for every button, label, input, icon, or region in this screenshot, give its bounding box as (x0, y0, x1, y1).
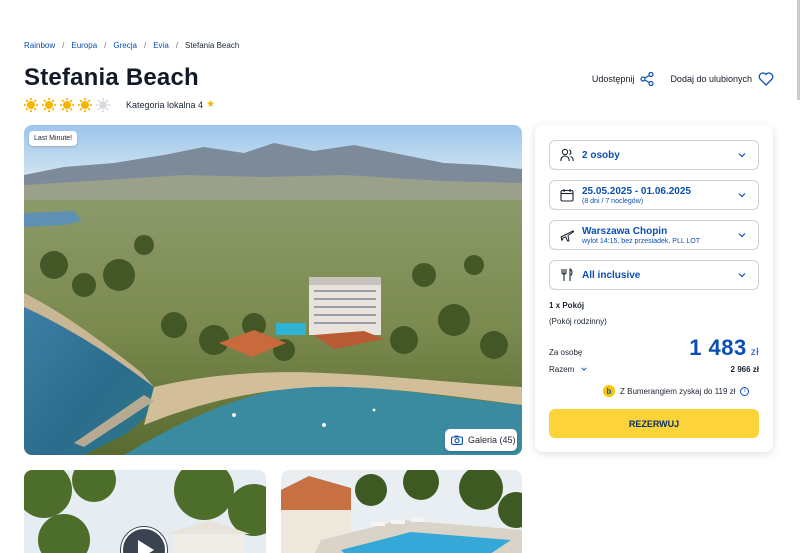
breadcrumb: Rainbow / Europa / Grecja / Evia / Stefa… (24, 41, 239, 50)
chevron-down-icon (738, 193, 746, 198)
share-label: Udostępnij (591, 74, 635, 84)
breadcrumb-link[interactable]: Grecja (113, 41, 137, 50)
sun-rating-empty-icon (96, 98, 110, 112)
breadcrumb-separator: / (175, 41, 178, 50)
boomerang-text: Z Bumerangiem zyskaj do 119 zł (620, 386, 736, 396)
room-count: 1 x Pokój (549, 301, 585, 310)
board-select[interactable]: All inclusive (549, 260, 759, 290)
price-value: 1 483 (689, 335, 747, 360)
departure-select[interactable]: Warszawa Chopin wylot 14:15, bez przesia… (549, 220, 759, 250)
breadcrumb-separator: / (62, 41, 65, 50)
heart-icon (758, 72, 774, 86)
pool-photo (281, 470, 522, 553)
cutlery-icon (561, 268, 573, 281)
room-type: (Pokój rodzinny) (549, 317, 607, 326)
local-category-label: Kategoria lokalna 4 (126, 99, 204, 110)
breadcrumb-current: Stefania Beach (185, 41, 240, 50)
dates-value: 25.05.2025 - 01.06.2025 (582, 185, 691, 197)
dates-nights: (8 dni / 7 noclegów) (582, 197, 644, 205)
dates-select[interactable]: 25.05.2025 - 01.06.2025 (8 dni / 7 nocle… (549, 180, 759, 210)
hotel-main-photo[interactable] (24, 125, 522, 455)
share-button[interactable]: Udostępnij (592, 72, 655, 86)
booking-panel: 2 osoby 25.05.2025 - 01.06.2025 (8 dni /… (535, 125, 773, 452)
total-label: Razem (549, 365, 575, 374)
sun-rating-icon (42, 98, 56, 112)
total-value: 2 966 zł (730, 365, 759, 374)
plane-icon (560, 230, 574, 242)
chevron-down-icon (581, 367, 587, 371)
breadcrumb-link[interactable]: Rainbow (24, 41, 55, 50)
pool-thumbnail[interactable] (281, 470, 522, 553)
page-actions: Udostępnij Dodaj do ulubionych (592, 72, 774, 86)
chevron-down-icon (738, 153, 746, 158)
breadcrumb-link[interactable]: Europa (71, 41, 97, 50)
favorite-label: Dodaj do ulubionych (670, 74, 752, 84)
aerial-photo (24, 125, 522, 455)
currency: zł (750, 347, 759, 358)
sun-rating-icon (78, 98, 92, 112)
breadcrumb-separator: / (143, 41, 147, 50)
sun-rating-icon (24, 98, 38, 112)
calendar-icon (560, 189, 574, 202)
breadcrumb-link[interactable]: Evia (153, 41, 169, 50)
persons-value: 2 osoby (582, 149, 620, 161)
boomerang-icon: b (603, 385, 615, 397)
chevron-down-icon (738, 233, 746, 238)
departure-value: Warszawa Chopin (582, 225, 668, 237)
share-icon (640, 72, 655, 86)
per-person-price: 1 483 zł (689, 335, 759, 361)
total-toggle[interactable]: Razem (549, 365, 587, 374)
per-person-label: Za osobę (549, 348, 583, 357)
star-icon: ★ (206, 99, 216, 110)
garden-photo (24, 470, 266, 553)
local-category: Kategoria lokalna 4 ★ (126, 99, 215, 110)
sun-rating-icon (60, 98, 74, 112)
reserve-button[interactable]: REZERWUJ (549, 409, 759, 438)
breadcrumb-separator: / (104, 41, 107, 50)
video-thumbnail[interactable] (24, 470, 266, 553)
boomerang-info: b Z Bumerangiem zyskaj do 119 zł i (603, 385, 750, 397)
departure-details: wylot 14:15, bez przesiadek, PLL LOT (582, 237, 701, 245)
gallery-label: Galeria (45) (468, 435, 516, 445)
persons-select[interactable]: 2 osoby (549, 140, 759, 170)
persons-icon (560, 148, 574, 162)
hotel-rating (24, 98, 110, 112)
favorite-button[interactable]: Dodaj do ulubionych (670, 72, 774, 86)
total-row: Razem 2 966 zł (549, 365, 759, 374)
board-value: All inclusive (582, 269, 641, 281)
last-minute-badge: Last Minute! (29, 131, 78, 146)
page-title: Stefania Beach (24, 64, 199, 91)
per-person-row: Za osobę 1 483 zł (549, 335, 759, 361)
gallery-button[interactable]: Galeria (45) (445, 429, 517, 451)
camera-icon (451, 435, 463, 445)
chevron-down-icon (738, 273, 746, 278)
info-icon[interactable]: i (740, 386, 750, 396)
